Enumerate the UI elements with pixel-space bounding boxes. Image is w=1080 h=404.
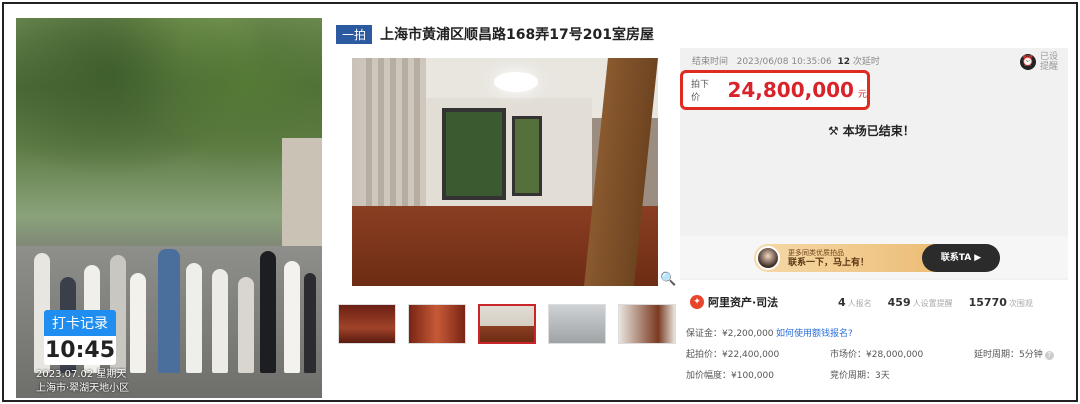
final-price-box: 拍下价 24,800,000 元 (680, 70, 870, 110)
promo-bar[interactable]: 更多同类优质拍品 联系一下，马上有！ 联系TA ▶ (754, 244, 1000, 272)
punch-label: 打卡记录 (44, 310, 116, 336)
ended-text: 本场已结束！ (842, 124, 915, 138)
stats-row: ✦ 阿里资产·司法 4 人报名 459 人设置提醒 15770 次围观 (690, 294, 1070, 310)
deposit-help-link[interactable]: 如何使用额钱报名? (776, 324, 853, 345)
auction-round-tag: 一拍 (336, 24, 373, 44)
increment: 加价幅度：¥100,000 (686, 371, 774, 381)
thumbnail[interactable] (408, 304, 466, 344)
price-value: 24,800,000 (727, 78, 854, 102)
listing-title[interactable]: 上海市黄浦区顺昌路168弄17号201室房屋 (380, 24, 654, 44)
zoom-icon[interactable]: 🔍 (660, 272, 676, 287)
brand-logo: ✦ 阿里资产·司法 (690, 294, 838, 310)
promo-line2: 联系一下，马上有！ (788, 258, 870, 268)
end-time-row: 结束时间 2023/06/08 10:35:06 12 次延时 (692, 54, 880, 67)
market-price: 市场价：¥28,000,000 (830, 350, 924, 360)
start-price: 起拍价：¥22,400,000 (686, 350, 780, 360)
alarm-clock-icon: ⏰ (1019, 54, 1036, 70)
thumbnail[interactable] (548, 304, 606, 344)
end-time-value: 2023/06/08 10:35:06 (736, 57, 832, 67)
promo-line1: 更多同类优质拍品 (788, 249, 844, 257)
deposit: 保证金：¥2,200,000 (686, 329, 774, 339)
help-icon[interactable]: ? (1044, 351, 1054, 360)
price-label: 拍下价 (691, 80, 710, 103)
delay-label: 次延时 (852, 57, 880, 67)
title-row: 一拍 上海市黄浦区顺昌路168弄17号201室房屋 (336, 24, 654, 44)
reminder-label: 已设 提醒 (1039, 52, 1058, 72)
end-time-label: 结束时间 (692, 57, 729, 67)
brand-name: 阿里资产·司法 (708, 296, 779, 309)
punch-card: 打卡记录 10:45 (44, 310, 116, 365)
reminder-count: 459 人设置提醒 (887, 295, 953, 309)
thumbnail[interactable] (338, 304, 396, 344)
photo-location: 上海市·翠湖天地小区 (36, 383, 130, 394)
main-photo[interactable] (352, 58, 658, 286)
auction-ended-notice: ⚒ 本场已结束！ (828, 122, 915, 139)
auction-details: 保证金：¥2,200,000 如何使用额钱报名? 起拍价：¥22,400,000… (686, 324, 1070, 387)
contact-button[interactable]: 联系TA ▶ (922, 244, 1000, 272)
delay-period: 延时周期：5分钟? (974, 345, 1054, 366)
promo-text: 更多同类优质拍品 联系一下，马上有！ (788, 248, 869, 268)
screenshot-frame: 打卡记录 10:45 2023.07.02 星期天 上海市·翠湖天地小区 一拍 … (2, 2, 1078, 402)
ali-assets-icon: ✦ (690, 295, 704, 309)
street-photo: 打卡记录 10:45 (16, 18, 322, 398)
view-count: 15770 次围观 (968, 295, 1033, 309)
photo-caption: 2023.07.02 星期天 上海市·翠湖天地小区 (36, 368, 129, 396)
bid-period: 竞价周期：3天 (830, 371, 890, 381)
auction-page: 一拍 上海市黄浦区顺昌路168弄17号201室房屋 🔍 结束时间 2023/06… (334, 18, 1074, 398)
delay-count: 12 (837, 57, 851, 67)
thumbnail-strip (338, 304, 676, 344)
promo-banner: 更多同类优质拍品 联系一下，马上有！ 联系TA ▶ (680, 236, 1068, 278)
punch-time: 10:45 (44, 336, 116, 365)
trees (16, 18, 322, 239)
price-unit: 元 (857, 89, 867, 100)
thumbnail[interactable] (618, 304, 676, 344)
photo-date: 2023.07.02 星期天 (36, 369, 127, 380)
signup-count: 4 人报名 (838, 295, 872, 309)
gavel-icon: ⚒ (828, 123, 839, 138)
thumbnail-selected[interactable] (478, 304, 536, 344)
agent-avatar (756, 246, 780, 270)
reminder-button[interactable]: ⏰ 已设 提醒 (1019, 52, 1058, 72)
